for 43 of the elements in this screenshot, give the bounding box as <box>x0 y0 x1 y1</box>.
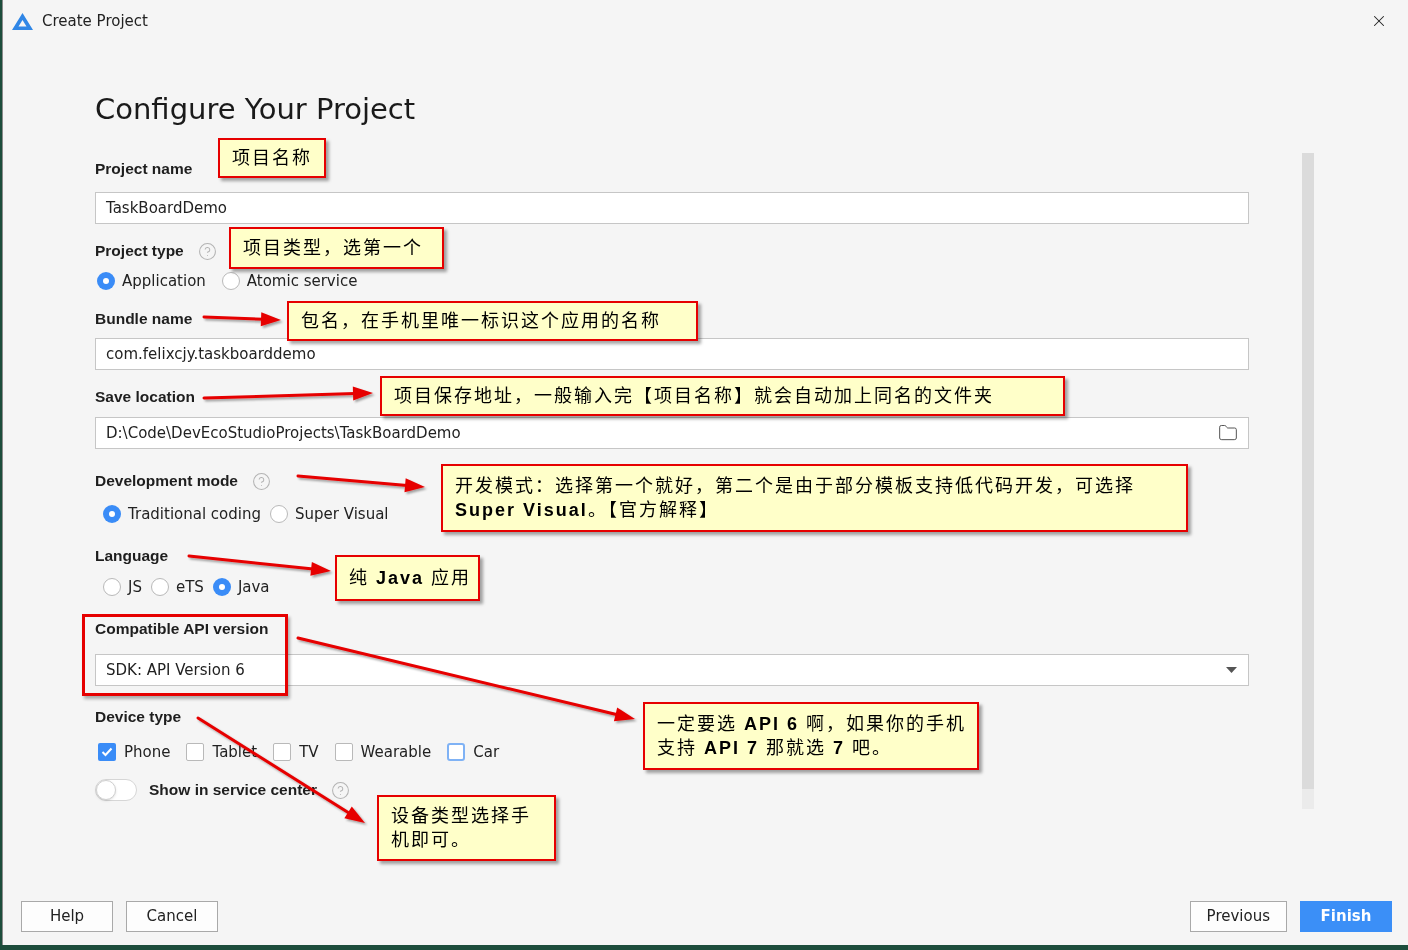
checkbox-option[interactable]: Car <box>447 740 500 764</box>
callout-note: 项目保存地址，一般输入完【项目名称】就会自动加上同名的文件夹 <box>380 376 1065 416</box>
radio-option[interactable]: eTS <box>150 575 204 599</box>
radio-option[interactable]: JS <box>103 575 142 599</box>
field-label: Language <box>95 546 169 566</box>
radio-option[interactable]: Atomic service <box>221 269 358 293</box>
checkbox-option[interactable]: Phone <box>98 740 171 764</box>
checkbox-option[interactable]: TV <box>273 740 319 764</box>
checkbox-option[interactable]: Wearable <box>334 740 432 764</box>
path-field[interactable]: D:\Code\DevEcoStudioProjects\TaskBoardDemo <box>95 417 1249 449</box>
field-label: Save location <box>95 387 195 407</box>
field-label: Development mode <box>95 471 238 491</box>
field-label: Project name <box>95 159 193 179</box>
dialog-button[interactable]: Cancel <box>126 901 218 932</box>
field-label: Device type <box>95 707 182 727</box>
callout-note: 项目类型，选第一个 <box>229 227 444 269</box>
radio-option[interactable]: Java <box>212 575 270 599</box>
radio-option[interactable]: Traditional coding <box>103 502 261 526</box>
callout-note: 开发模式：选择第一个就好，第二个是由于部分模板支持低代码开发，可选择 Super Visual。【官方解释】 <box>441 464 1188 532</box>
text-field[interactable]: com.felixcjy.taskboarddemo <box>95 338 1249 370</box>
callout-note: 项目名称 <box>218 138 326 178</box>
logo-icon <box>12 12 33 30</box>
help-icon[interactable] <box>252 471 271 491</box>
field-label: Project type <box>95 241 184 261</box>
dialog-button[interactable]: Previous <box>1189 901 1287 932</box>
field-label: Compatible API version <box>95 619 269 639</box>
caret-icon <box>1226 667 1237 673</box>
help-icon[interactable] <box>197 241 217 261</box>
dialog-button[interactable]: Help <box>21 901 113 932</box>
radio-option[interactable]: Application <box>97 269 206 293</box>
window-title: Create Project <box>42 10 148 32</box>
radio-option[interactable]: Super Visual <box>270 502 389 526</box>
text-field[interactable]: TaskBoardDemo <box>95 192 1249 224</box>
callout-note: 包名，在手机里唯一标识这个应用的名称 <box>287 301 698 341</box>
folder-icon[interactable] <box>1218 423 1238 443</box>
help-icon[interactable] <box>331 780 350 800</box>
dropdown-field[interactable]: SDK: API Version 6 <box>95 654 1249 686</box>
field-label: Bundle name <box>95 309 193 329</box>
callout-note: 一定要选 API 6 啊，如果你的手机 支持 API 7 那就选 7 吧。 <box>643 702 979 770</box>
callout-note: 设备类型选择手 机即可。 <box>377 795 556 861</box>
callout-note: 纯 Java 应用 <box>335 555 480 601</box>
page-heading: Configure Your Project <box>95 91 417 127</box>
toggle-switch[interactable] <box>95 779 137 801</box>
